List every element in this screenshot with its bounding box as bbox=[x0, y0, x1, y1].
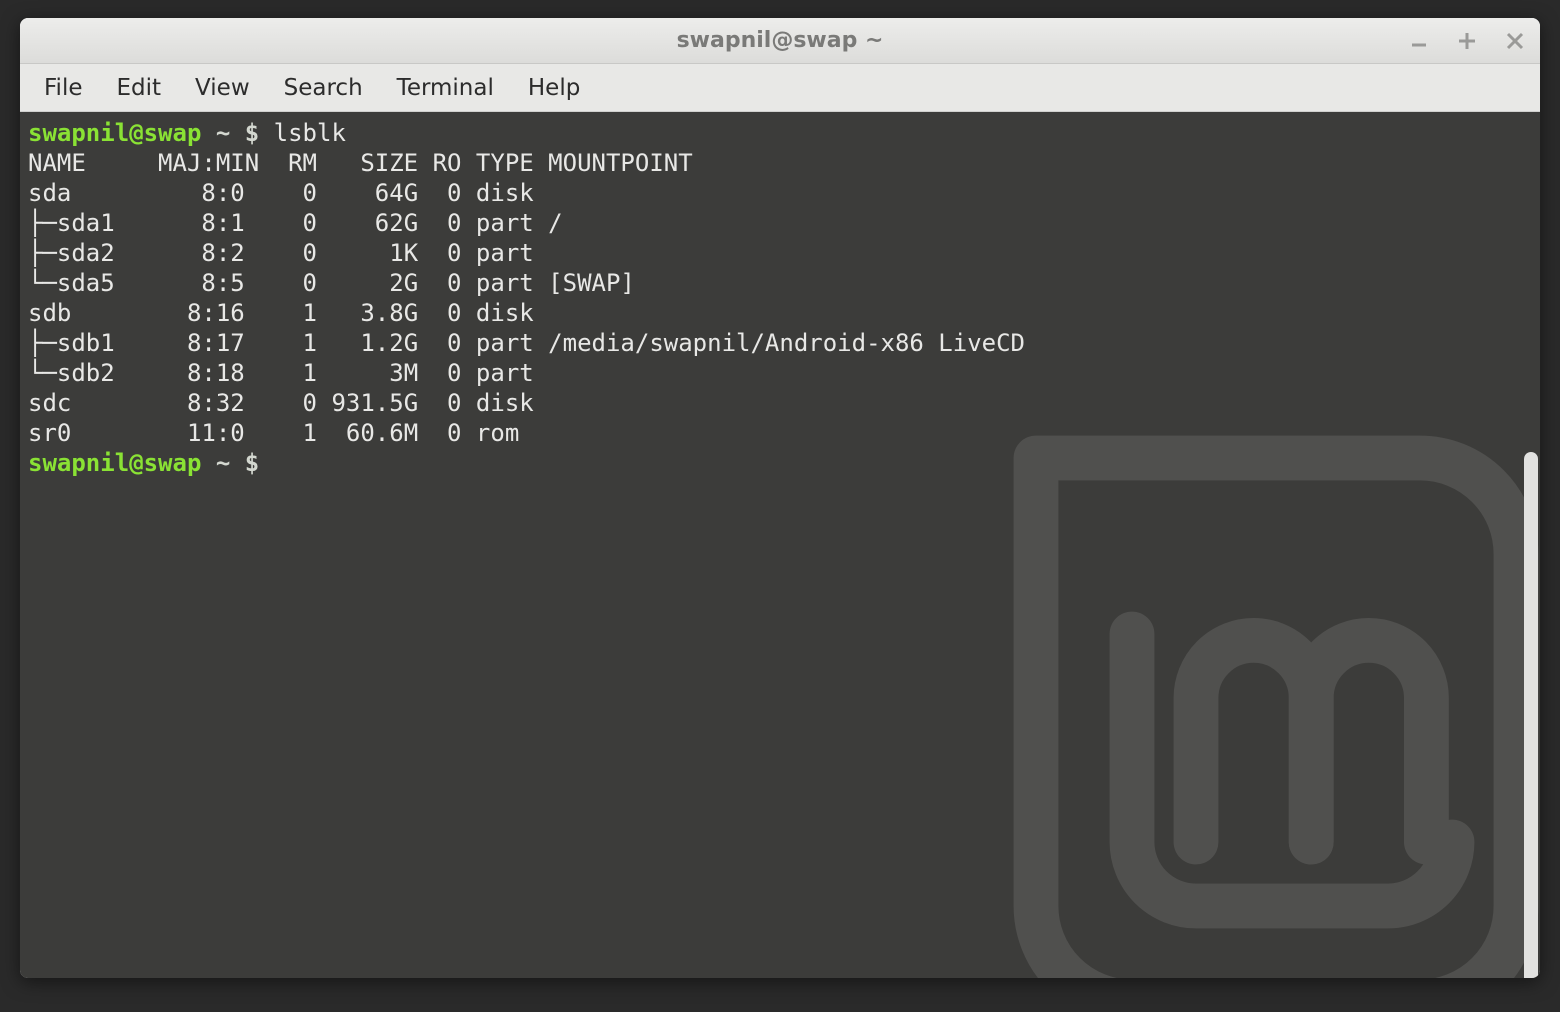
menu-view[interactable]: View bbox=[181, 69, 264, 107]
close-button[interactable] bbox=[1504, 30, 1526, 52]
titlebar[interactable]: swapnil@swap ~ bbox=[20, 18, 1540, 64]
menu-edit[interactable]: Edit bbox=[103, 69, 176, 107]
terminal-output[interactable]: swapnil@swap ~ $ lsblk NAME MAJ:MIN RM S… bbox=[24, 112, 1522, 978]
menu-search[interactable]: Search bbox=[270, 69, 377, 107]
terminal-window: swapnil@swap ~ File Edit View Search Ter… bbox=[20, 18, 1540, 978]
terminal-viewport[interactable]: swapnil@swap ~ $ lsblk NAME MAJ:MIN RM S… bbox=[20, 112, 1540, 978]
window-title: swapnil@swap ~ bbox=[677, 28, 884, 53]
maximize-button[interactable] bbox=[1456, 30, 1478, 52]
menu-file[interactable]: File bbox=[30, 69, 97, 107]
window-controls bbox=[1408, 18, 1526, 63]
menu-help[interactable]: Help bbox=[514, 69, 594, 107]
minimize-button[interactable] bbox=[1408, 30, 1430, 52]
menubar: File Edit View Search Terminal Help bbox=[20, 64, 1540, 112]
scrollbar-thumb[interactable] bbox=[1524, 452, 1538, 978]
menu-terminal[interactable]: Terminal bbox=[383, 69, 508, 107]
